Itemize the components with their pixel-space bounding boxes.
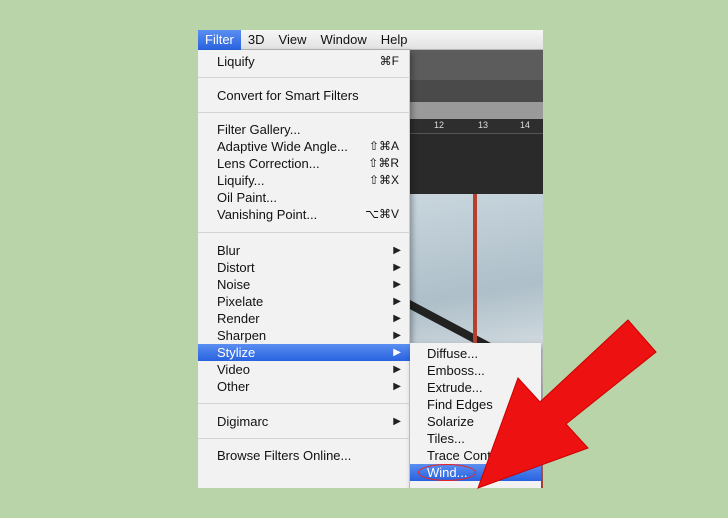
menu-item-label: Blur [217, 243, 241, 258]
menu-separator [198, 232, 410, 233]
shortcut-label: ⌥⌘V [365, 207, 399, 221]
menu-separator [198, 112, 410, 113]
menu-item-label: Filter Gallery... [217, 122, 301, 137]
menu-item-last-filter[interactable]: Liquify ⌘F [198, 53, 410, 70]
menu-item-pixelate[interactable]: Pixelate ▶ [198, 293, 410, 310]
menu-item-label: Other [217, 379, 250, 394]
shortcut-label: ⇧⌘X [368, 173, 399, 187]
document-tab-bar [410, 80, 543, 102]
menu-item-label: Sharpen [217, 328, 267, 343]
menu-item-noise[interactable]: Noise ▶ [198, 276, 410, 293]
menu-separator [198, 77, 410, 78]
menu-item-label: Tiles... [427, 431, 465, 446]
photoshop-window: 12 13 14 Filter 3D View Window Help Liqu… [198, 30, 543, 488]
canvas-background [410, 134, 543, 194]
menu-help[interactable]: Help [374, 30, 415, 50]
menu-item-convert-smart-filters[interactable]: Convert for Smart Filters [198, 87, 410, 104]
options-bar [410, 50, 543, 80]
shortcut-label: ⇧⌘R [368, 156, 399, 170]
menu-item-label: Distort [217, 260, 255, 275]
menu-item-label: Convert for Smart Filters [217, 88, 359, 103]
submenu-arrow-icon: ▶ [393, 296, 401, 307]
submenu-arrow-icon: ▶ [393, 381, 401, 392]
menu-item-label: Liquify [217, 54, 255, 69]
menu-3d[interactable]: 3D [241, 30, 272, 50]
menu-item-label: Diffuse... [427, 346, 479, 361]
menu-item-label: Browse Filters Online... [217, 448, 352, 463]
menu-item-browse-filters-online[interactable]: Browse Filters Online... [198, 447, 410, 464]
menu-item-label: Liquify... [217, 173, 265, 188]
menu-item-filter-gallery[interactable]: Filter Gallery... [198, 121, 410, 138]
image-detail [473, 194, 477, 344]
submenu-arrow-icon: ▶ [393, 262, 401, 273]
menu-item-label: Lens Correction... [217, 156, 320, 171]
menu-item-label: Video [217, 362, 251, 377]
stylize-submenu: Diffuse... Emboss... Extrude... Find Edg… [410, 343, 541, 488]
menu-item-sharpen[interactable]: Sharpen ▶ [198, 327, 410, 344]
menu-item-stylize[interactable]: Stylize ▶ [198, 344, 410, 361]
menu-window[interactable]: Window [313, 30, 373, 50]
menu-filter[interactable]: Filter [198, 30, 241, 50]
submenu-arrow-icon: ▶ [393, 313, 401, 324]
highlight-circle [418, 464, 476, 481]
menu-item-label: Digimarc [217, 414, 269, 429]
menu-item-oil-paint[interactable]: Oil Paint... [198, 189, 410, 206]
tab-strip [410, 102, 543, 119]
submenu-item-diffuse[interactable]: Diffuse... [410, 345, 541, 362]
menu-separator [198, 438, 410, 439]
menu-item-label: Adaptive Wide Angle... [217, 139, 348, 154]
submenu-item-wind[interactable]: Wind... [410, 464, 541, 481]
horizontal-ruler: 12 13 14 [410, 119, 543, 134]
menu-item-adaptive-wide-angle[interactable]: Adaptive Wide Angle... ⇧⌘A [198, 138, 410, 155]
shortcut-label: ⌘F [379, 54, 399, 68]
shortcut-label: ⇧⌘A [368, 139, 399, 153]
menu-item-label: Trace Contour... [427, 448, 520, 463]
filter-menu-dropdown: Liquify ⌘F Convert for Smart Filters Fil… [198, 50, 410, 488]
submenu-item-tiles[interactable]: Tiles... [410, 430, 541, 447]
menu-view[interactable]: View [272, 30, 314, 50]
menu-item-digimarc[interactable]: Digimarc ▶ [198, 413, 410, 430]
menu-item-label: Noise [217, 277, 251, 292]
menu-item-label: Solarize [427, 414, 474, 429]
menu-item-blur[interactable]: Blur ▶ [198, 242, 410, 259]
submenu-arrow-icon: ▶ [393, 245, 401, 256]
menu-item-label: Render [217, 311, 260, 326]
menu-item-label: Oil Paint... [217, 190, 277, 205]
submenu-item-emboss[interactable]: Emboss... [410, 362, 541, 379]
menu-item-vanishing-point[interactable]: Vanishing Point... ⌥⌘V [198, 206, 410, 223]
menu-item-other[interactable]: Other ▶ [198, 378, 410, 395]
menu-item-render[interactable]: Render ▶ [198, 310, 410, 327]
menu-item-label: Vanishing Point... [217, 207, 318, 222]
menu-item-video[interactable]: Video ▶ [198, 361, 410, 378]
ruler-tick: 12 [434, 120, 445, 130]
menu-item-distort[interactable]: Distort ▶ [198, 259, 410, 276]
ruler-tick: 14 [520, 120, 531, 130]
submenu-arrow-icon: ▶ [393, 279, 401, 290]
menu-item-label: Find Edges [427, 397, 493, 412]
submenu-item-solarize[interactable]: Solarize [410, 413, 541, 430]
submenu-arrow-icon: ▶ [393, 330, 401, 341]
menu-item-label: Pixelate [217, 294, 264, 309]
submenu-item-extrude[interactable]: Extrude... [410, 379, 541, 396]
menu-item-label: Emboss... [427, 363, 485, 378]
submenu-arrow-icon: ▶ [393, 364, 401, 375]
submenu-arrow-icon: ▶ [393, 416, 401, 427]
ruler-tick: 13 [478, 120, 489, 130]
submenu-item-trace-contour[interactable]: Trace Contour... [410, 447, 541, 464]
submenu-item-find-edges[interactable]: Find Edges [410, 396, 541, 413]
menu-item-lens-correction[interactable]: Lens Correction... ⇧⌘R [198, 155, 410, 172]
submenu-arrow-icon: ▶ [393, 347, 401, 358]
menu-bar: Filter 3D View Window Help [198, 30, 543, 50]
menu-separator [198, 403, 410, 404]
menu-item-label: Stylize [217, 345, 256, 360]
menu-item-label: Extrude... [427, 380, 483, 395]
menu-item-liquify[interactable]: Liquify... ⇧⌘X [198, 172, 410, 189]
